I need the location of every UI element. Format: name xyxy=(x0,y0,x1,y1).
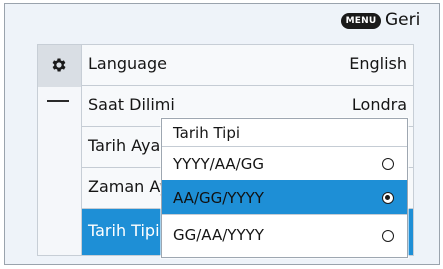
option-label: GG/AA/YYYY xyxy=(173,226,264,244)
option-yyyy-aa-gg[interactable]: YYYY/AA/GG xyxy=(162,146,407,180)
settings-tab-column xyxy=(37,44,81,256)
menu-item-label: Zaman Ay xyxy=(88,177,169,196)
option-gg-aa-yyyy[interactable]: GG/AA/YYYY xyxy=(162,214,407,257)
option-label: AA/GG/YYYY xyxy=(173,189,264,207)
menu-item-label: Tarih Tipi xyxy=(88,221,160,240)
gear-icon xyxy=(52,58,66,72)
camera-settings-screen: MENU Geri Language English Saat Dilimi L… xyxy=(4,3,440,265)
radio-selected-icon[interactable] xyxy=(382,192,394,204)
top-bar: MENU Geri xyxy=(5,4,439,36)
menu-key-badge[interactable]: MENU xyxy=(341,13,381,29)
option-label: YYYY/AA/GG xyxy=(173,155,264,173)
menu-item-value: English xyxy=(349,54,407,73)
radio-unselected-icon[interactable] xyxy=(382,230,394,242)
tab-settings[interactable] xyxy=(38,45,81,87)
menu-item-label: Language xyxy=(88,54,167,73)
option-aa-gg-yyyy[interactable]: AA/GG/YYYY xyxy=(162,180,407,214)
radio-unselected-icon[interactable] xyxy=(382,158,394,170)
menu-item-label: Tarih Ayar xyxy=(88,136,167,155)
popup-title: Tarih Tipi xyxy=(173,124,241,142)
dash-icon[interactable] xyxy=(47,100,69,102)
menu-item-value: Londra xyxy=(351,95,407,114)
menu-item-label: Saat Dilimi xyxy=(88,95,175,114)
date-type-popup: Tarih Tipi YYYY/AA/GG AA/GG/YYYY GG/AA/Y… xyxy=(161,118,408,258)
menu-item-language[interactable]: Language English xyxy=(82,45,413,86)
back-label[interactable]: Geri xyxy=(385,9,420,31)
